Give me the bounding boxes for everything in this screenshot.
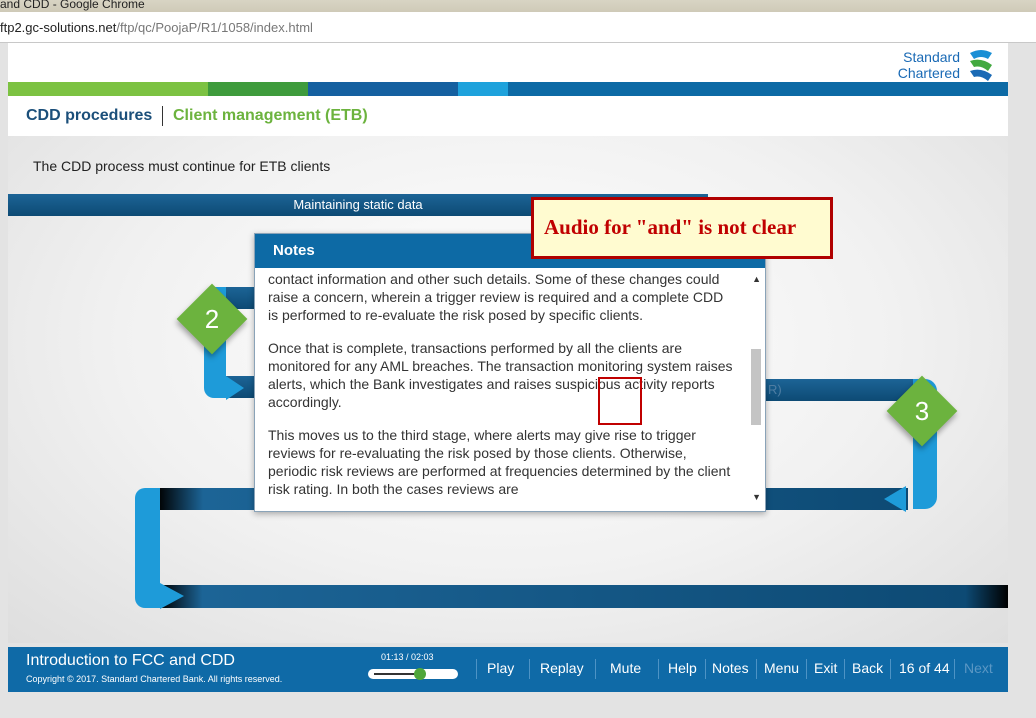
header-stripe-lightblue [458,82,508,96]
nav-divider [658,659,659,679]
audio-progress-slider[interactable] [368,668,458,680]
course-title: Introduction to FCC and CDD [26,652,235,669]
nav-divider [705,659,706,679]
annotation-highlight-box [598,377,642,425]
arrow-right-icon [160,583,184,609]
header-stripe-navy [508,82,1008,96]
audio-progress-knob[interactable] [414,668,427,680]
url-text[interactable]: ftp2.gc-solutions.net/ftp/qc/PoojaP/R1/1… [0,20,313,35]
step-2-number: 2 [204,304,220,334]
brand-name-line1: Standard [903,49,960,65]
menu-button[interactable]: Menu [764,660,799,676]
nav-divider [756,659,757,679]
header-stripe-darkgreen [208,82,308,96]
copyright-text: Copyright © 2017. Standard Chartered Ban… [26,674,283,684]
player-footer: Introduction to FCC and CDD Copyright © … [8,647,1008,692]
brand-logo: Standard Chartered [888,45,998,83]
nav-divider [890,659,891,679]
diagram-connector-bottom-left [135,488,160,608]
next-button[interactable]: Next [964,660,993,676]
url-host: ftp2.gc-solutions.net [0,20,117,35]
page-counter: 16 of 44 [899,660,950,676]
notes-panel: Notes contact information and other such… [254,233,766,512]
brand-mark-icon [970,50,992,81]
browser-title-bar: and CDD - Google Chrome [0,0,1036,12]
breadcrumb: CDD procedures Client management (ETB) [8,96,1008,136]
band-stage3-label: R) [768,382,782,397]
nav-divider [806,659,807,679]
band-stage1-return [160,585,1008,608]
notes-title: Notes [273,242,315,259]
arrow-right-icon [226,376,244,400]
arrow-left-icon [884,486,906,512]
annotation-text: Audio for "and" is not clear [544,215,797,239]
notes-paragraph: contact information and other such detai… [268,271,724,323]
browser-title: and CDD - Google Chrome [0,0,145,11]
url-path: /ftp/qc/PoojaP/R1/1058/index.html [116,20,313,35]
header-stripe-blue [308,82,458,96]
play-button[interactable]: Play [487,660,514,676]
exit-button[interactable]: Exit [814,660,837,676]
scroll-down-icon[interactable]: ▼ [752,492,761,502]
course-page: Standard Chartered CDD procedures Client… [8,43,1008,643]
nav-divider [476,659,477,679]
nav-divider [529,659,530,679]
notes-scrollbar-thumb[interactable] [751,349,761,425]
page-title: Client management (ETB) [173,107,368,124]
intro-text: The CDD process must continue for ETB cl… [33,158,331,174]
brand-name-line2: Chartered [897,65,960,81]
breadcrumb-section: CDD procedures [26,107,153,124]
help-button[interactable]: Help [668,660,697,676]
nav-divider [844,659,845,679]
playback-time: 01:13 / 02:03 [381,652,434,662]
header-stripe-green [8,82,208,96]
back-button[interactable]: Back [852,660,883,676]
nav-divider [595,659,596,679]
notes-text: contact information and other such detai… [268,270,733,509]
notes-paragraph: Once that is complete, transactions perf… [268,340,733,410]
notes-paragraph: This moves us to the third stage, where … [268,427,731,497]
nav-divider [954,659,955,679]
step-3-number: 3 [914,396,930,426]
mute-button[interactable]: Mute [610,660,641,676]
replay-button[interactable]: Replay [540,660,584,676]
scroll-up-icon[interactable]: ▲ [752,274,761,284]
notes-button[interactable]: Notes [712,660,749,676]
annotation-callout: Audio for "and" is not clear [531,197,833,259]
breadcrumb-divider [162,106,163,126]
address-bar[interactable]: ftp2.gc-solutions.net/ftp/qc/PoojaP/R1/1… [0,12,1036,43]
